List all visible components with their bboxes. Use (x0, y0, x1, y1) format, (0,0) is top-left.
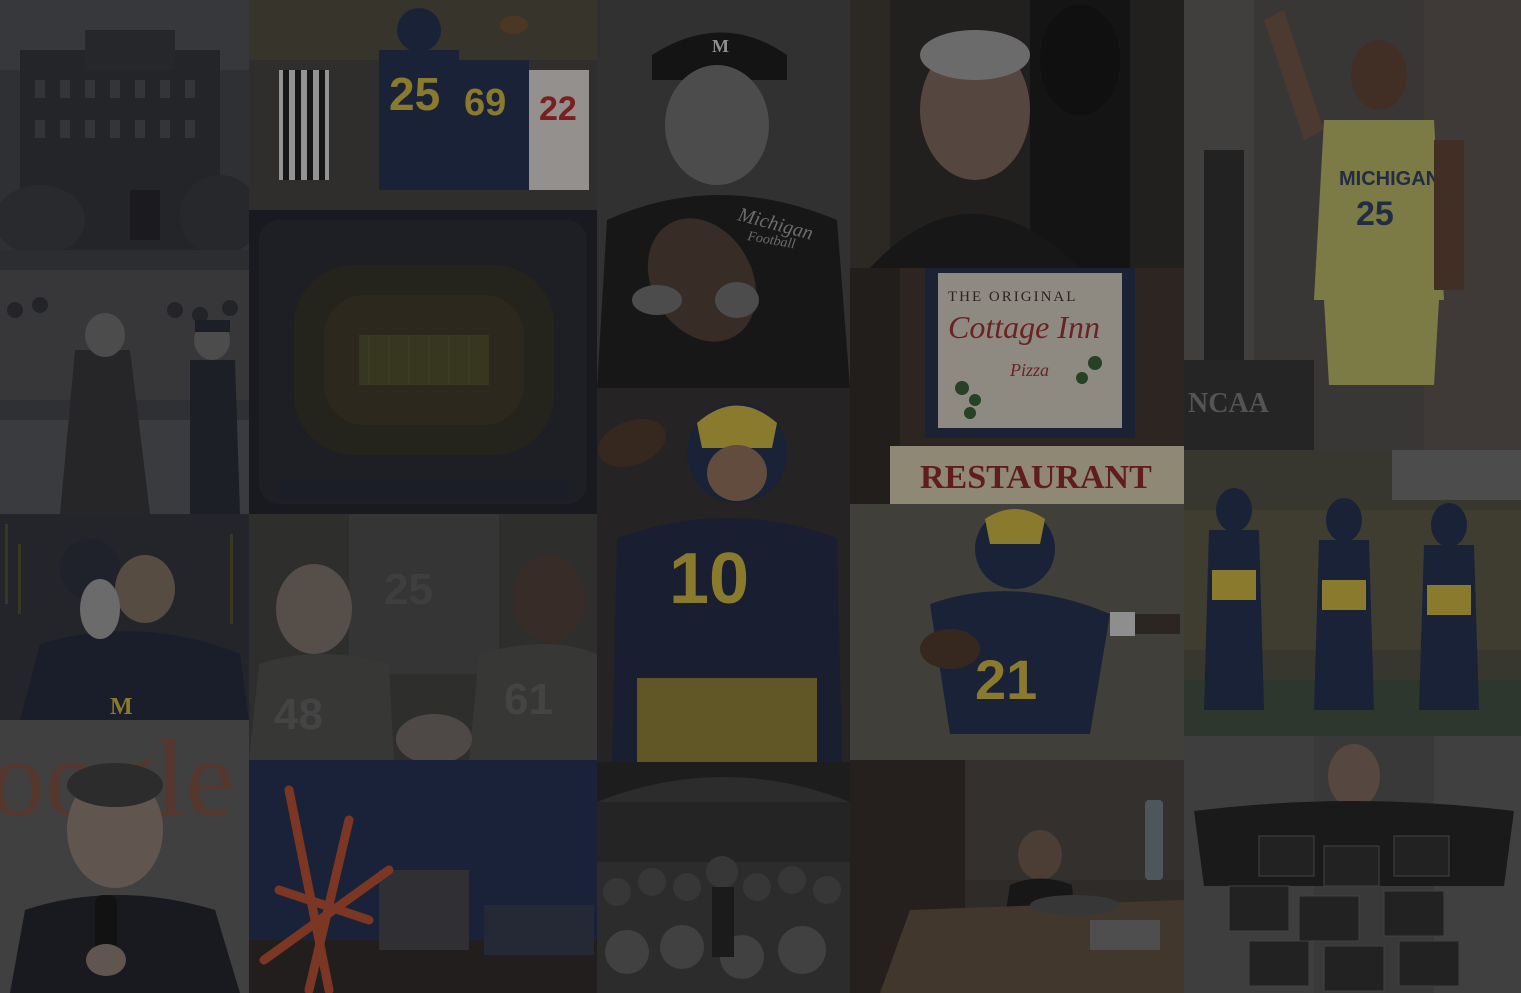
coach-portrait-icon: M Michigan Football (597, 0, 850, 388)
man-portrait-photo (850, 0, 1184, 268)
basketball-player-icon: NCAA MICHIGAN 25 (1184, 0, 1521, 450)
team-portrait-photo: 25 48 61 (249, 514, 597, 760)
jersey-number-c: 22 (539, 90, 577, 128)
coach-portrait-photo: M Michigan Football (597, 0, 850, 388)
sign-line1: THE ORIGINAL (948, 289, 1077, 305)
photo-mosaic: 25 69 22 M Michigan Football NCAA MICHIG… (0, 0, 1521, 993)
running-back-photo: 21 (850, 504, 1184, 760)
team-portrait-icon: 25 48 61 (249, 514, 597, 760)
jersey-number-a: 25 (389, 68, 440, 120)
restaurant-sign-icon: THE ORIGINAL Cottage Inn Pizza RESTAURAN… (850, 268, 1184, 504)
jersey-number-b: 69 (464, 82, 506, 124)
quarterback-icon: 10 (597, 388, 850, 762)
left-jersey-number: 48 (274, 690, 323, 739)
child-at-table-photo (850, 760, 1184, 993)
crowd-speech-photo (597, 762, 850, 993)
sign-line2: Cottage Inn (948, 309, 1100, 345)
helmet-tile-letter: M (110, 694, 133, 720)
ncaa-banner: NCAA (1188, 388, 1270, 419)
sign-line4: RESTAURANT (920, 459, 1152, 496)
back-jersey-number: 25 (384, 565, 433, 614)
child-at-table-icon (850, 760, 1184, 993)
jersey-number: 25 (1356, 195, 1394, 233)
football-celebration-icon: 25 69 22 (249, 0, 597, 210)
woman-laptops-icon (1184, 736, 1521, 993)
qb-jersey-number: 10 (669, 539, 749, 619)
campus-building-icon (0, 0, 249, 270)
quarterback-photo: 10 (597, 388, 850, 762)
cap-letter: M (712, 36, 729, 56)
speaker-portrait-photo: oogle (0, 720, 249, 993)
crowd-speech-icon (597, 762, 850, 993)
basketball-player-photo: NCAA MICHIGAN 25 (1184, 0, 1521, 450)
player-helmet-photo: M (0, 514, 249, 720)
rb-jersey-number: 21 (975, 648, 1037, 711)
man-portrait-icon (850, 0, 1184, 268)
woman-laptops-photo (1184, 736, 1521, 993)
jersey-text: MICHIGAN (1339, 168, 1440, 190)
marching-band-photo (1184, 450, 1521, 736)
running-back-icon: 21 (850, 504, 1184, 760)
player-helmet-icon: M (0, 514, 249, 720)
speaker-portrait-icon: oogle (0, 720, 249, 993)
campus-building-photo (0, 0, 249, 270)
parade-icon (0, 270, 249, 514)
right-jersey-number: 61 (504, 675, 553, 724)
sculpture-night-photo (249, 760, 597, 993)
sculpture-night-icon (249, 760, 597, 993)
stadium-aerial-photo (249, 210, 597, 514)
stadium-aerial-icon (249, 210, 597, 514)
marching-band-icon (1184, 450, 1521, 736)
sign-line3: Pizza (1009, 360, 1049, 380)
restaurant-sign-photo: THE ORIGINAL Cottage Inn Pizza RESTAURAN… (850, 268, 1184, 504)
parade-photo (0, 270, 249, 514)
football-celebration-photo: 25 69 22 (249, 0, 597, 210)
